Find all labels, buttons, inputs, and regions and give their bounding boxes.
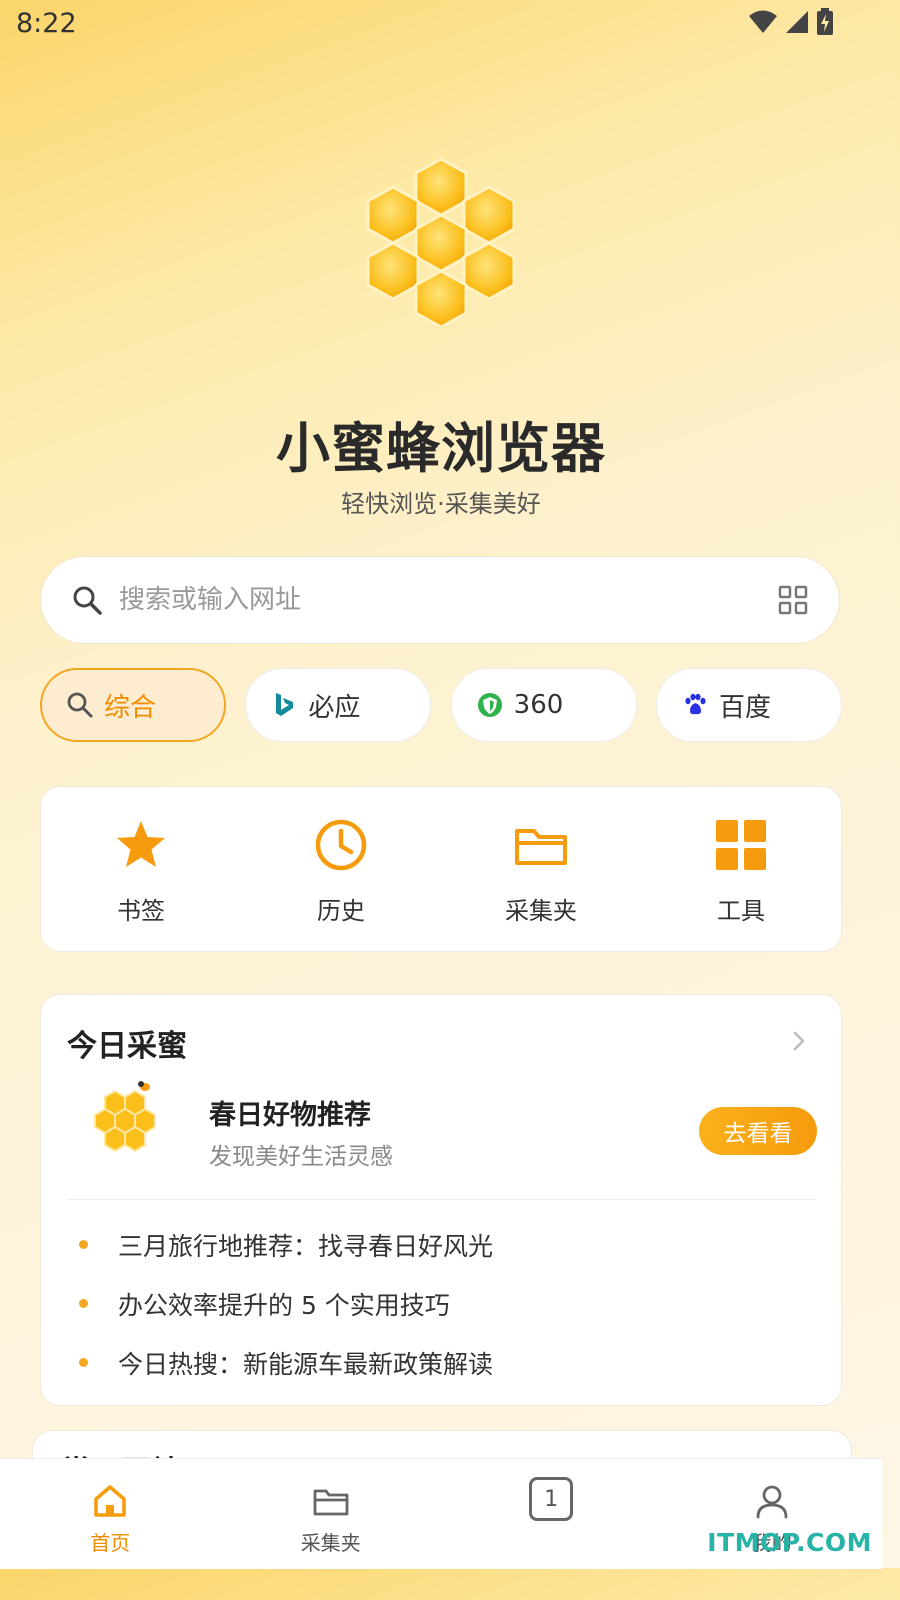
today-honey-card: 今日采蜜 春日好物推荐 发现美好生活灵感 去看看 三月旅行地推荐：找寻春日好风光… (40, 994, 842, 1406)
status-bar: 8:22 (0, 0, 882, 50)
bing-icon (276, 693, 294, 716)
scan-grid-icon[interactable] (777, 584, 809, 616)
app-subtitle: 轻快浏览·采集美好 (341, 490, 541, 518)
engine-label: 综合 (104, 692, 157, 723)
quick-action-label: 采集夹 (505, 897, 577, 925)
news-text: 三月旅行地推荐：找寻春日好风光 (118, 1231, 494, 1261)
folder-icon (313, 1489, 349, 1516)
search-icon (67, 692, 93, 718)
quick-action-label: 工具 (717, 897, 765, 925)
list-item[interactable]: 今日热搜：新能源车最新政策解读 (67, 1333, 827, 1392)
bullet-dot (79, 1299, 88, 1308)
status-time: 8:22 (16, 8, 77, 39)
honeycomb-bee-icon (94, 1081, 156, 1153)
feature-subtitle: 发现美好生活灵感 (209, 1144, 393, 1170)
quick-action-tools[interactable]: 工具 (641, 787, 841, 951)
quick-actions-card: 书签 历史 采集夹 工具 (40, 786, 842, 952)
engine-label: 百度 (718, 692, 771, 723)
signal-icon (786, 11, 808, 33)
bullet-dot (79, 1240, 88, 1249)
quick-action-history[interactable]: 历史 (241, 787, 441, 951)
tab-count: 1 (544, 1486, 559, 1512)
battery-icon (817, 8, 833, 35)
nav-label: 首页 (90, 1531, 131, 1555)
feature-item[interactable]: 春日好物推荐 发现美好生活灵感 去看看 (67, 1077, 817, 1187)
wifi-icon (749, 10, 777, 33)
quick-action-bookmarks[interactable]: 书签 (41, 787, 241, 951)
engine-baidu[interactable]: 百度 (655, 668, 842, 742)
baidu-paw-icon (685, 693, 706, 715)
quick-action-label: 书签 (117, 897, 165, 925)
go-look-button[interactable]: 去看看 (699, 1107, 817, 1155)
nav-tabs[interactable]: 1 (441, 1459, 662, 1569)
list-item[interactable]: 办公效率提升的 5 个实用技巧 (67, 1274, 827, 1333)
search-engine-selector: 综合 必应 360 百度 (40, 668, 842, 744)
search-input[interactable] (117, 584, 777, 616)
list-item[interactable]: 三月旅行地推荐：找寻春日好风光 (67, 1215, 827, 1274)
engine-label: 必应 (308, 692, 361, 723)
quick-action-collections[interactable]: 采集夹 (441, 787, 641, 951)
chevron-right-icon[interactable] (791, 1029, 807, 1053)
grid-icon (716, 820, 766, 870)
star-icon (117, 821, 165, 867)
news-text: 今日热搜：新能源车最新政策解读 (118, 1349, 494, 1379)
nav-collections[interactable]: 采集夹 (221, 1459, 442, 1569)
folder-icon (515, 829, 567, 865)
search-icon (73, 586, 102, 615)
user-icon (756, 1485, 788, 1519)
tabs-icon: 1 (529, 1477, 574, 1521)
home-icon (94, 1485, 126, 1517)
status-icons (748, 8, 834, 36)
clock-icon (315, 819, 367, 871)
section-title: 今日采蜜 (67, 1029, 187, 1064)
search-bar[interactable] (40, 556, 840, 644)
feature-title: 春日好物推荐 (209, 1100, 371, 1131)
bullet-dot (79, 1358, 88, 1367)
quick-action-label: 历史 (317, 897, 365, 925)
engine-combined[interactable]: 综合 (40, 668, 226, 742)
divider (67, 1199, 815, 1200)
360-shield-icon (477, 693, 502, 717)
news-list: 三月旅行地推荐：找寻春日好风光 办公效率提升的 5 个实用技巧 今日热搜：新能源… (67, 1215, 827, 1392)
nav-home[interactable]: 首页 (0, 1459, 221, 1569)
honeycomb-logo-icon (366, 157, 516, 326)
engine-360[interactable]: 360 (450, 668, 637, 742)
nav-label: 采集夹 (300, 1531, 361, 1555)
news-text: 办公效率提升的 5 个实用技巧 (118, 1290, 450, 1320)
engine-label: 360 (513, 690, 564, 720)
engine-bing[interactable]: 必应 (245, 668, 432, 742)
app-title: 小蜜蜂浏览器 (276, 417, 606, 480)
watermark-text: ITMOP.COM (707, 1528, 872, 1557)
